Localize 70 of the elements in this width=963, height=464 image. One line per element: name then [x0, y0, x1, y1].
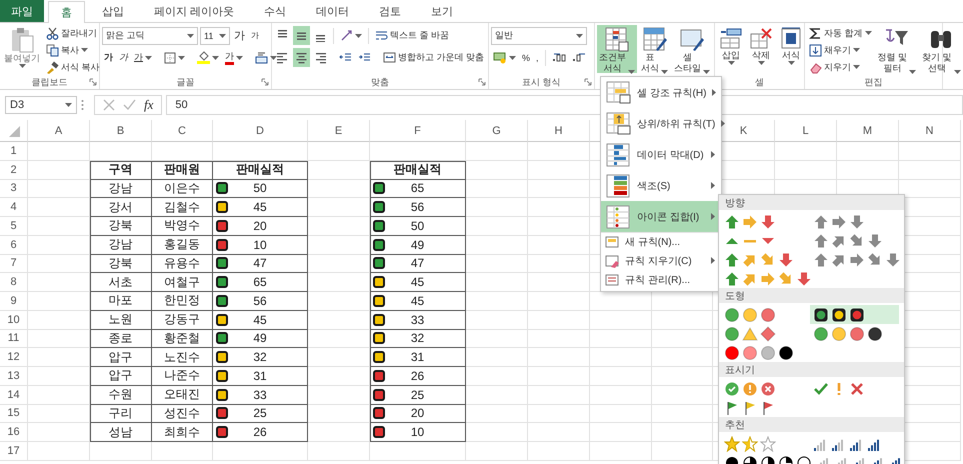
cell-text: 성진수	[164, 404, 200, 422]
cell-text: 10	[253, 238, 267, 252]
cell-text: 56	[410, 200, 424, 214]
cell-text: 강남	[108, 236, 132, 254]
group-label: 클립보드	[32, 76, 68, 88]
cell-text: 노진수	[164, 348, 200, 366]
section-header: 표시기	[725, 364, 755, 376]
cell-text: 홍길동	[164, 236, 200, 254]
cell-text: 구리	[108, 404, 132, 422]
cell-text: 강서	[108, 198, 132, 216]
cell-text: 마포	[108, 292, 132, 310]
cell-text: 황준철	[164, 330, 200, 347]
cell-text: 45	[410, 294, 424, 308]
group-label: 편집	[864, 76, 882, 88]
cell-text: 노원	[108, 311, 132, 328]
cell-text: 오태진	[164, 386, 200, 404]
cell-text: 강북	[108, 217, 132, 234]
cell-text: 강북	[108, 254, 132, 272]
cell-text: 이은수	[164, 180, 200, 197]
cell-text: 20	[253, 218, 267, 233]
cell-text: 나준수	[164, 367, 200, 384]
cell-text: 김철수	[164, 198, 200, 216]
cell-text: 50	[253, 181, 267, 196]
group-label: 셀	[755, 76, 764, 88]
cell-text: 박영수	[164, 217, 200, 234]
cell-text: 강동구	[164, 311, 200, 328]
cell-text: 45	[253, 312, 267, 327]
cell-text: 26	[410, 368, 424, 383]
cell-text: 압구	[108, 367, 132, 384]
cell-text: 49	[253, 331, 267, 346]
cell-text: 판매실적	[394, 161, 442, 178]
section-header: 방향	[725, 196, 745, 210]
cell-text: 32	[253, 350, 267, 364]
cell-text: 판매실적	[236, 161, 284, 178]
cell-text: 65	[410, 181, 424, 196]
cell-text: 25	[410, 388, 424, 402]
cell-text: 유용수	[164, 254, 200, 272]
cell-text: 31	[410, 350, 424, 364]
cell-text: 서초	[108, 274, 132, 291]
cell-text: 종로	[108, 330, 132, 347]
section-header: 추천	[725, 418, 745, 432]
cell-text: 56	[253, 294, 267, 308]
cell-text: 32	[410, 331, 424, 346]
cell-text: 25	[253, 406, 267, 420]
cell-text: 47	[410, 256, 424, 270]
cell-text: 50	[410, 218, 424, 233]
cell-text: 성남	[108, 424, 132, 441]
cell-text: 10	[410, 425, 424, 440]
cell-text: 47	[253, 256, 267, 270]
cell-text: 45	[253, 200, 267, 214]
section-header: 도형	[725, 290, 745, 302]
group-label: 글꼴	[176, 76, 194, 88]
cell-text: 33	[410, 312, 424, 327]
cell-text: 판매원	[164, 161, 200, 178]
cell-text: 20	[410, 406, 424, 420]
cell-text: 65	[253, 275, 267, 290]
cell-text: 여철구	[164, 274, 200, 291]
cell-text: 최희수	[164, 424, 200, 441]
group-label: 맞춤	[371, 76, 389, 88]
cell-text: 45	[410, 275, 424, 290]
cell-text: 26	[253, 425, 267, 440]
cell-text: 49	[410, 238, 424, 252]
cell-text: 한민정	[164, 292, 200, 310]
cell-text: 압구	[108, 348, 132, 366]
group-label: 표시 형식	[522, 76, 561, 88]
cell-text: 33	[253, 388, 267, 402]
cell-text: 수원	[108, 386, 132, 404]
cell-text: 31	[253, 368, 267, 383]
cell-text: 구역	[108, 161, 132, 178]
cell-text: 강남	[108, 180, 132, 197]
